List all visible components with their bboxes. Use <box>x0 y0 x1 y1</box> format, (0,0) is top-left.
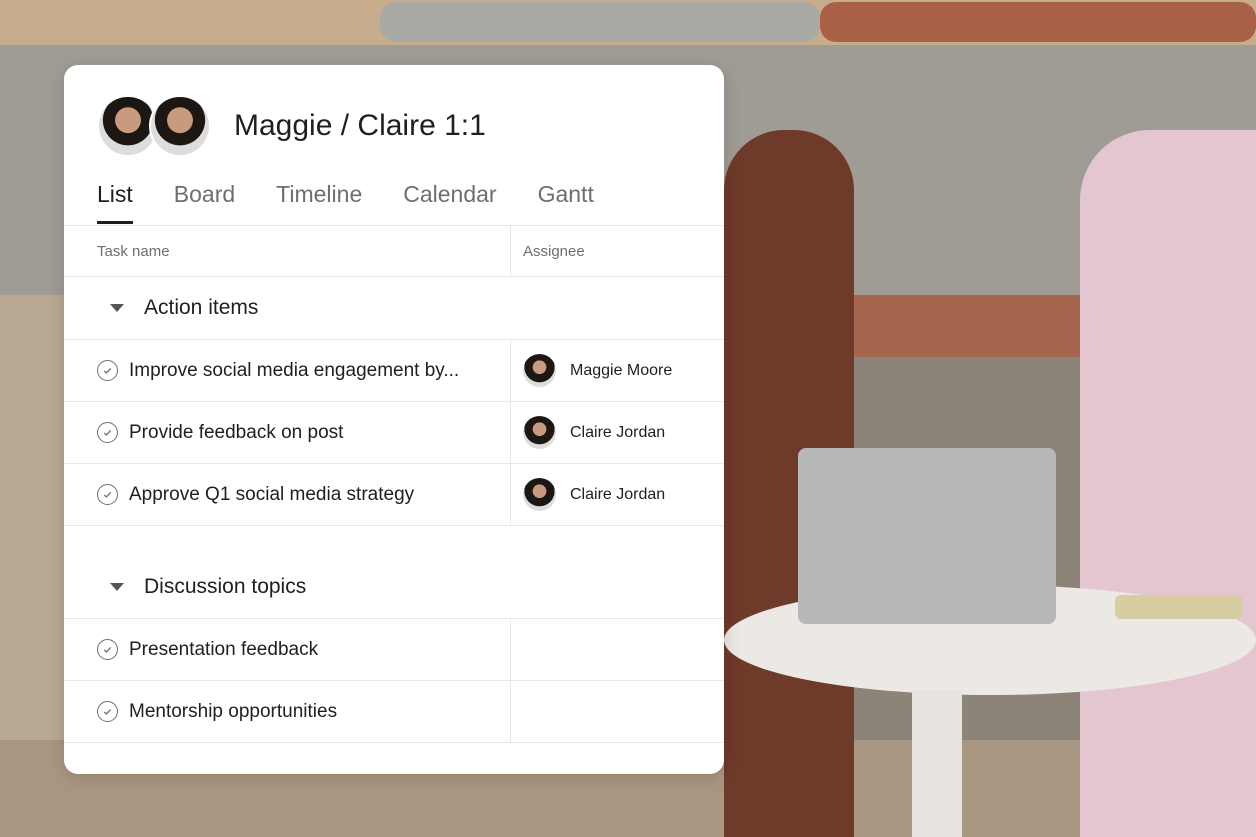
task-row[interactable]: Presentation feedback <box>64 619 724 681</box>
avatar-claire <box>149 95 211 157</box>
check-circle-icon[interactable] <box>97 639 118 660</box>
task-name: Presentation feedback <box>129 638 319 660</box>
column-header-assignee[interactable]: Assignee <box>523 243 585 260</box>
caret-down-icon[interactable] <box>110 304 124 312</box>
section-action-items[interactable]: Action items <box>64 277 724 340</box>
column-header-row: Task name Assignee <box>64 226 724 277</box>
check-circle-icon[interactable] <box>97 701 118 722</box>
tab-gantt[interactable]: Gantt <box>538 181 594 223</box>
check-circle-icon[interactable] <box>97 422 118 443</box>
task-row[interactable]: Mentorship opportunities <box>64 681 724 743</box>
assignee-name: Maggie Moore <box>570 361 673 379</box>
assignee-cell-empty[interactable] <box>511 681 724 742</box>
assignee-name: Claire Jordan <box>570 485 666 503</box>
section-title: Discussion topics <box>144 575 307 598</box>
caret-down-icon[interactable] <box>110 583 124 591</box>
section-discussion-topics[interactable]: Discussion topics <box>64 556 724 619</box>
task-row[interactable]: Approve Q1 social media strategy Claire … <box>64 464 724 526</box>
view-tabs: List Board Timeline Calendar Gantt <box>97 181 635 224</box>
page-title: Maggie / Claire 1:1 <box>234 109 486 142</box>
task-name: Provide feedback on post <box>129 421 344 443</box>
assignee-name: Claire Jordan <box>570 423 666 441</box>
task-row[interactable]: Improve social media engagement by... Ma… <box>64 340 724 402</box>
tab-board[interactable]: Board <box>174 181 235 223</box>
project-card: Maggie / Claire 1:1 List Board Timeline … <box>64 65 724 774</box>
tab-calendar[interactable]: Calendar <box>403 181 496 223</box>
section-title: Action items <box>144 296 259 319</box>
task-name: Improve social media engagement by... <box>129 359 460 381</box>
check-circle-icon[interactable] <box>97 484 118 505</box>
assignee-avatar <box>523 416 556 449</box>
assignee-cell-empty[interactable] <box>511 619 724 680</box>
assignee-avatar <box>523 478 556 511</box>
task-name: Approve Q1 social media strategy <box>129 483 415 505</box>
tab-list[interactable]: List <box>97 181 133 224</box>
task-name: Mentorship opportunities <box>129 700 338 722</box>
tab-timeline[interactable]: Timeline <box>276 181 362 223</box>
task-row[interactable]: Provide feedback on post Claire Jordan <box>64 402 724 464</box>
column-header-task-name[interactable]: Task name <box>97 243 170 260</box>
check-circle-icon[interactable] <box>97 360 118 381</box>
task-table: Task name Assignee Action items Improve … <box>64 225 724 743</box>
assignee-avatar <box>523 354 556 387</box>
